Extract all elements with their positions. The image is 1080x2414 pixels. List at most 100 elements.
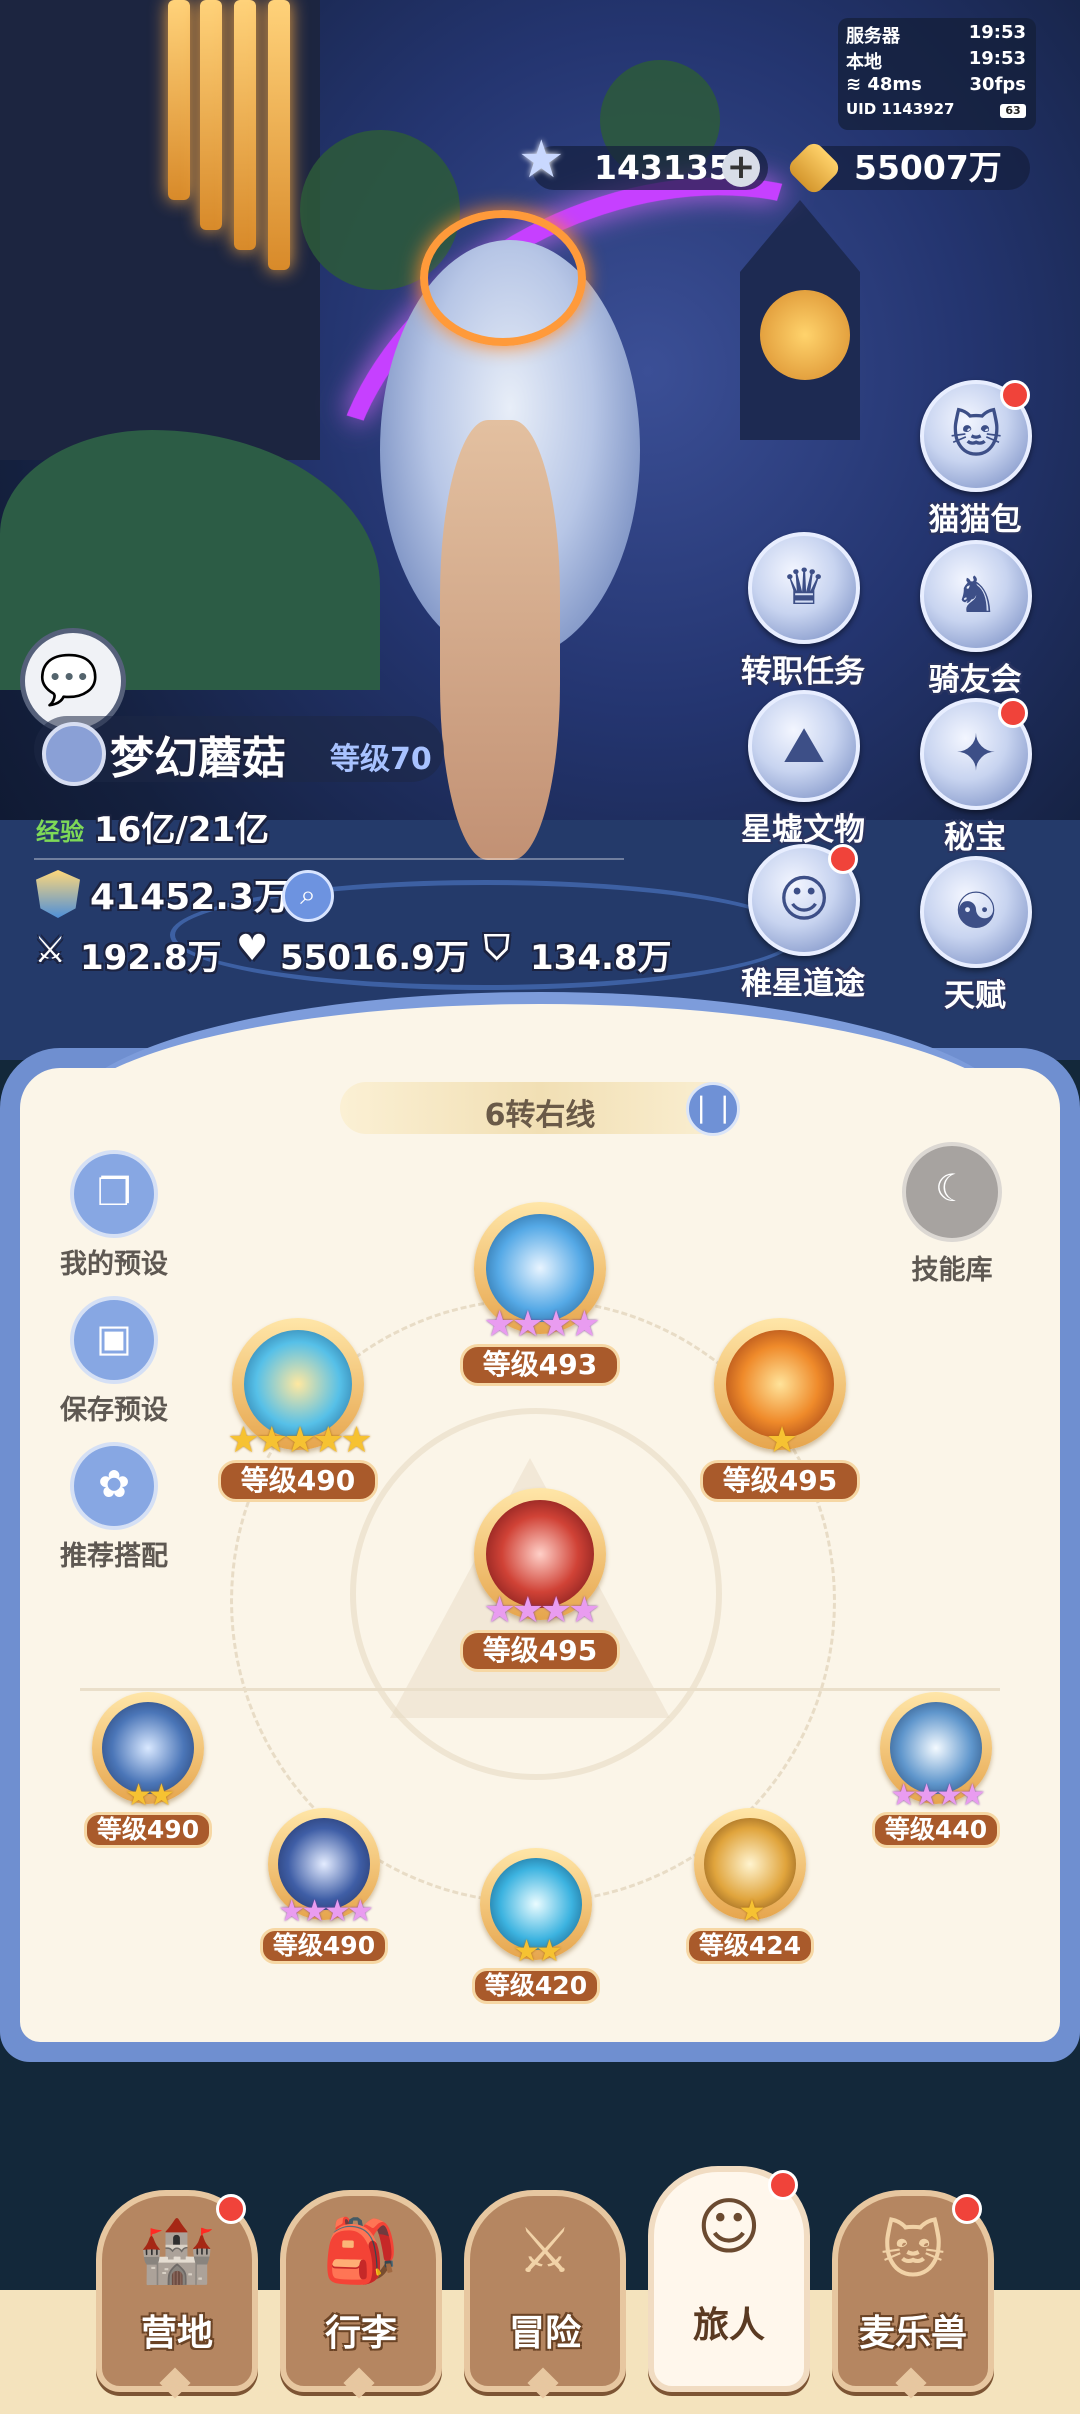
defense-value: 134.8万 <box>530 938 672 978</box>
badge-dot <box>768 2170 798 2200</box>
exp-label: 经验 <box>36 818 84 846</box>
my-preset-button[interactable]: ❐ 我的预设 <box>54 1150 174 1281</box>
skill-library-icon: ☾ <box>902 1142 1002 1242</box>
server-label: 服务器 <box>846 26 900 47</box>
skill-slot[interactable]: ★★ 等级420 <box>472 1846 600 2016</box>
skill-level: 等级440 <box>872 1812 1000 1848</box>
skill-level: 等级493 <box>460 1344 620 1386</box>
character-legs <box>440 420 560 860</box>
decor-line <box>80 1688 1000 1691</box>
job-change-button[interactable]: ♛ 转职任务 <box>741 532 865 690</box>
attack-icon: ⚔ <box>34 930 67 971</box>
star-path-label: 稚星道途 <box>741 966 865 1002</box>
skill-slot[interactable]: ★★★★ 等级440 <box>872 1690 1000 1860</box>
recommend-label: 推荐搭配 <box>60 1541 168 1572</box>
search-icon[interactable]: ⌕ <box>282 870 334 922</box>
skill-level: 等级490 <box>260 1928 388 1964</box>
lit-window <box>168 0 190 200</box>
panel-title-pill: 6转右线 <box>340 1082 740 1134</box>
save-preset-label: 保存预设 <box>60 1395 168 1426</box>
cat-face-icon: 🐱 <box>880 2214 946 2287</box>
save-preset-button[interactable]: ▣ 保存预设 <box>54 1296 174 1427</box>
castle-icon: 🏰 <box>138 2214 216 2287</box>
add-currency-button[interactable]: + <box>722 149 760 187</box>
player-name: 梦幻蘑菇 <box>110 733 286 784</box>
skill-stars: ★★ <box>513 1934 563 1969</box>
relic-icon: ⛰ <box>748 690 860 802</box>
cat-bag-button[interactable]: 🐱 猫猫包 <box>920 380 1032 538</box>
talent-label: 天赋 <box>944 978 1006 1014</box>
skill-level: 等级495 <box>460 1630 620 1672</box>
recommend-button[interactable]: ✿ 推荐搭配 <box>54 1442 174 1573</box>
class-icon <box>42 722 106 786</box>
relic-button[interactable]: ⛰ 星墟文物 <box>741 690 865 848</box>
skill-level: 等级490 <box>218 1460 378 1502</box>
nav-traveler[interactable]: ☺ 旅人 <box>648 2166 810 2392</box>
star-path-button[interactable]: ☺ 稚星道途 <box>741 844 865 1002</box>
info-book-icon[interactable]: ❘❘ <box>686 1082 740 1136</box>
nav-camp[interactable]: 🏰 营地 <box>96 2190 258 2399</box>
coin-currency: 55007万 <box>785 139 1030 197</box>
wifi-icon: ≋ <box>846 74 862 95</box>
preset-cards-icon: ❐ <box>70 1150 158 1238</box>
nav-luggage-label: 行李 <box>324 2313 397 2354</box>
hp-value: 55016.9万 <box>280 938 469 978</box>
skill-slot[interactable]: ★★★★ 等级493 <box>460 1200 620 1400</box>
rider-club-label: 骑友会 <box>928 662 1022 698</box>
skill-stars: ★★★★ <box>483 1304 600 1345</box>
divider <box>34 858 624 860</box>
nav-camp-label: 营地 <box>140 2313 213 2354</box>
nav-adventure[interactable]: ⚔ 冒险 <box>464 2190 626 2399</box>
badge-dot <box>998 698 1028 728</box>
lit-window <box>234 0 256 250</box>
badge-dot <box>1000 380 1030 410</box>
skill-stars: ★★★★ <box>890 1778 986 1813</box>
local-label: 本地 <box>846 52 882 73</box>
skill-level: 等级420 <box>472 1968 600 2004</box>
star-amount: 143135 <box>594 148 732 187</box>
battery-icon: 63 <box>1000 104 1026 118</box>
lit-window <box>200 0 222 230</box>
star-currency: ★ 143135 + <box>518 134 768 190</box>
panel-title: 6转右线 <box>484 1098 596 1133</box>
crossed-swords-icon: ⚔ <box>517 2214 573 2287</box>
talent-button[interactable]: ☯ 天赋 <box>920 856 1032 1014</box>
skill-slot[interactable]: ★ 等级495 <box>700 1316 860 1516</box>
badge-dot <box>216 2194 246 2224</box>
skill-stars: ★★★★ <box>483 1590 600 1631</box>
combat-power: 41452.3万 <box>90 877 290 918</box>
status-overlay: 服务器 19:53 本地 19:53 ≋ 48ms 30fps UID 1143927… <box>838 18 1036 130</box>
rider-club-button[interactable]: ♞ 骑友会 <box>920 540 1032 698</box>
ping: 48ms <box>867 74 922 95</box>
fps: 30fps <box>969 74 1026 95</box>
save-disk-icon: ▣ <box>70 1296 158 1384</box>
attack-value: 192.8万 <box>80 938 222 978</box>
job-change-icon: ♛ <box>748 532 860 644</box>
skill-level: 等级424 <box>686 1928 814 1964</box>
skill-slot[interactable]: ★★ 等级490 <box>84 1690 212 1860</box>
coin-amount: 55007万 <box>854 148 1002 187</box>
pet-creature <box>760 290 850 380</box>
chat-icon: 💬 <box>39 652 99 708</box>
lit-window <box>268 0 290 270</box>
skill-library-button[interactable]: ☾ 技能库 <box>892 1142 1012 1287</box>
skill-stars: ★ <box>738 1894 766 1929</box>
skill-stars: ★ <box>765 1420 798 1461</box>
skill-stars: ★★★★★ <box>227 1420 372 1461</box>
skill-slot[interactable]: ★★★★ 等级490 <box>260 1806 388 1976</box>
nav-maile-beast[interactable]: 🐱 麦乐兽 <box>832 2190 994 2399</box>
nav-luggage[interactable]: 🎒 行李 <box>280 2190 442 2399</box>
exp-value: 16亿/21亿 <box>94 810 270 850</box>
skill-level: 等级495 <box>700 1460 860 1502</box>
talent-icon: ☯ <box>920 856 1032 968</box>
job-change-label: 转职任务 <box>741 654 865 690</box>
treasure-button[interactable]: ✦ 秘宝 <box>920 698 1032 856</box>
skill-slot[interactable]: ★★★★ 等级495 <box>460 1486 620 1686</box>
defense-icon: ⛉ <box>484 928 510 968</box>
traveler-icon: ☺ <box>696 2190 762 2263</box>
skill-slot[interactable]: ★★★★★ 等级490 <box>218 1316 378 1516</box>
skill-level: 等级490 <box>84 1812 212 1848</box>
heart-icon: ♥ <box>236 928 269 969</box>
skill-slot[interactable]: ★ 等级424 <box>686 1806 814 1976</box>
skill-stars: ★★ <box>125 1778 175 1813</box>
